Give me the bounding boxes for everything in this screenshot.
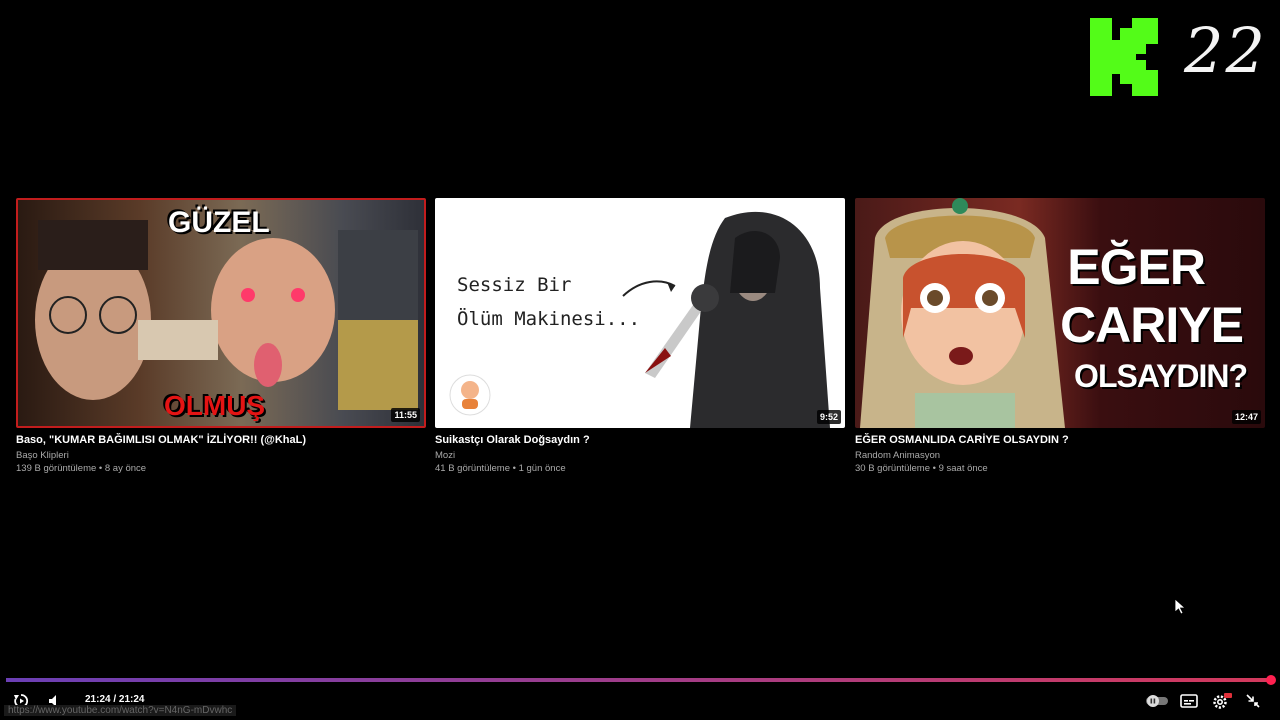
thumbnail-caption-line2: CARIYE (1060, 297, 1244, 353)
video-title[interactable]: Baso, "KUMAR BAĞIMLISI OLMAK" İZLİYOR!! … (16, 434, 426, 446)
progress-bar[interactable] (6, 675, 1276, 685)
video-duration: 11:55 (391, 408, 420, 422)
endscreen-video-card-3[interactable]: EĞER CARIYE OLSAYDIN? 12:47 EĞER OSMANLI… (855, 198, 1265, 474)
autoplay-toggle-icon (1146, 695, 1168, 707)
channel-name[interactable]: Mozi (435, 450, 845, 461)
time-display: 21:24 / 21:24 (85, 694, 145, 705)
exit-fullscreen-icon (1246, 694, 1260, 708)
exit-fullscreen-button[interactable] (1242, 690, 1264, 712)
mouse-cursor-icon (1175, 599, 1187, 615)
thumbnail-caption-bottom: OLMUŞ (164, 390, 266, 421)
endscreen-video-card-2[interactable]: Sessiz Bir Ölüm Makinesi... 9:52 Suikast… (435, 198, 845, 474)
video-meta: 41 B görüntüleme • 1 gün önce (435, 463, 566, 474)
kick-logo (1090, 18, 1158, 96)
video-meta: 139 B görüntüleme • 8 ay önce (16, 463, 147, 474)
status-bar-url: https://www.youtube.com/watch?v=N4nG-mDv… (4, 705, 237, 716)
video-duration: 9:52 (816, 410, 841, 424)
scrubber-handle[interactable] (1266, 675, 1276, 685)
subtitles-button[interactable] (1178, 690, 1200, 712)
video-thumbnail[interactable]: GÜZEL OLMUŞ 11:55 (16, 198, 426, 428)
channel-name[interactable]: Başo Klipleri (16, 450, 426, 461)
video-meta: 30 B görüntüleme • 9 saat önce (855, 463, 988, 474)
video-duration: 12:47 (1231, 410, 1261, 424)
video-thumbnail[interactable]: Sessiz Bir Ölüm Makinesi... 9:52 (435, 198, 845, 428)
thumbnail-caption-line1: EĞER (1067, 239, 1206, 295)
autoplay-toggle[interactable] (1144, 690, 1170, 712)
channel-watermark: 22 (1088, 14, 1280, 100)
endscreen-video-card-1[interactable]: GÜZEL OLMUŞ 11:55 Baso, "KUMAR BAĞIMLISI… (16, 198, 426, 474)
thumbnail-caption-line3: OLSAYDIN? (1074, 358, 1248, 394)
watermark-number: 22 (1184, 14, 1267, 87)
channel-name[interactable]: Random Animasyon (855, 450, 1265, 461)
subtitles-icon (1180, 694, 1198, 708)
progress-played (6, 678, 1274, 682)
thumbnail-art (449, 211, 830, 428)
settings-icon (1213, 693, 1232, 709)
video-title[interactable]: EĞER OSMANLIDA CARİYE OLSAYDIN ? (855, 434, 1265, 446)
settings-button[interactable] (1210, 690, 1234, 712)
thumbnail-caption-top: GÜZEL (168, 206, 270, 239)
video-thumbnail[interactable]: EĞER CARIYE OLSAYDIN? 12:47 (855, 198, 1265, 428)
video-title[interactable]: Suikastçı Olarak Doğsaydın ? (435, 434, 845, 446)
